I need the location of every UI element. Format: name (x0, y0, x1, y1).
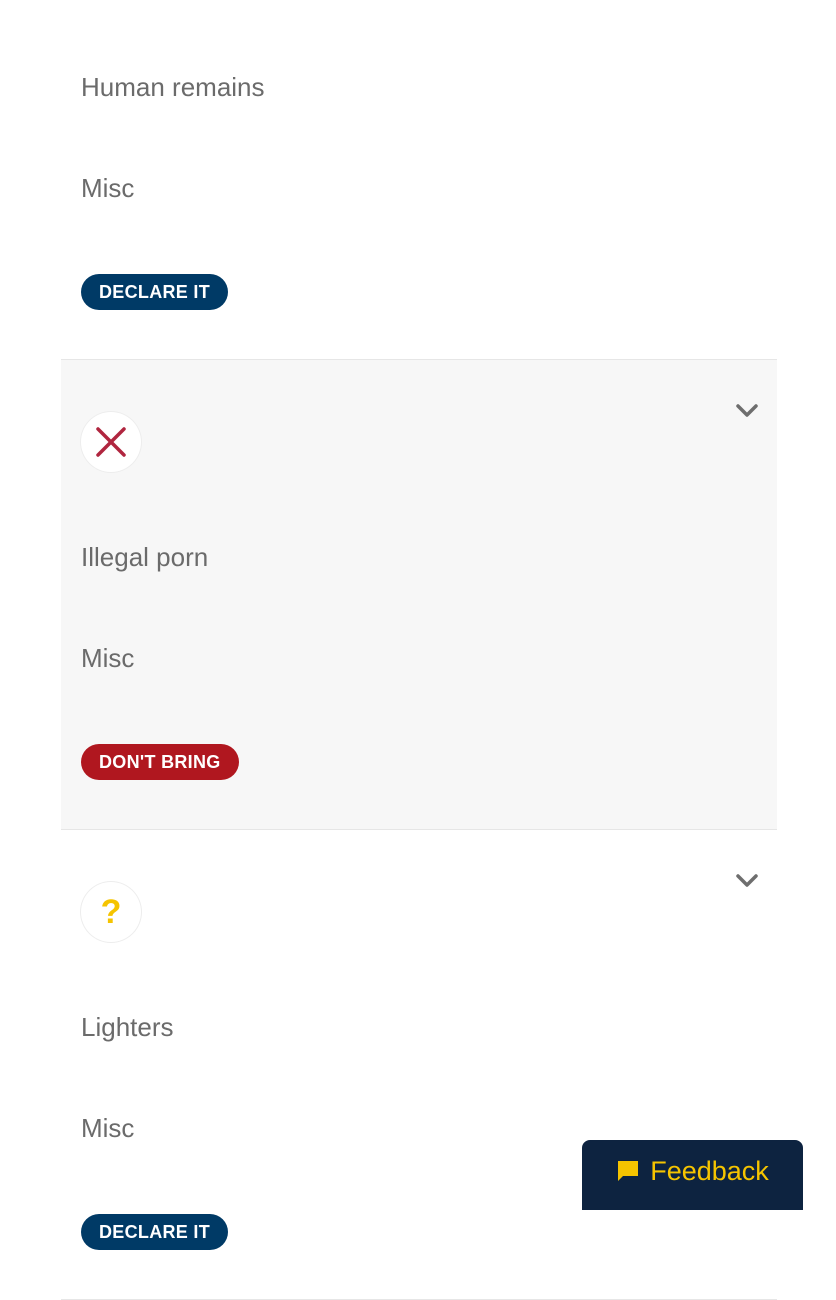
chevron-down-icon[interactable] (733, 866, 761, 894)
prohibited-items-list: Human remains Misc DECLARE IT Illegal po… (61, 0, 777, 1300)
item-card[interactable]: ? Lighters Misc DECLARE IT (61, 830, 777, 1300)
item-card[interactable]: Human remains Misc DECLARE IT (61, 0, 777, 360)
item-category: Misc (81, 1113, 135, 1143)
declare-it-badge[interactable]: DECLARE IT (81, 274, 228, 310)
question-mark-icon: ? (100, 893, 122, 931)
feedback-label: Feedback (650, 1155, 769, 1186)
dont-bring-badge[interactable]: DON'T BRING (81, 744, 239, 780)
status-icon-circle: ? (81, 882, 141, 942)
status-icon-circle (81, 412, 141, 472)
chevron-down-icon[interactable] (733, 396, 761, 424)
declare-it-badge[interactable]: DECLARE IT (81, 1214, 228, 1250)
item-category: Misc (81, 643, 135, 673)
item-name: Lighters (81, 1012, 174, 1042)
speech-bubble-icon (618, 1161, 639, 1181)
item-category: Misc (81, 173, 135, 203)
item-card[interactable]: Illegal porn Misc DON'T BRING (61, 360, 777, 830)
item-name: Illegal porn (81, 542, 209, 572)
cross-icon (96, 427, 126, 457)
item-name: Human remains (81, 72, 265, 102)
